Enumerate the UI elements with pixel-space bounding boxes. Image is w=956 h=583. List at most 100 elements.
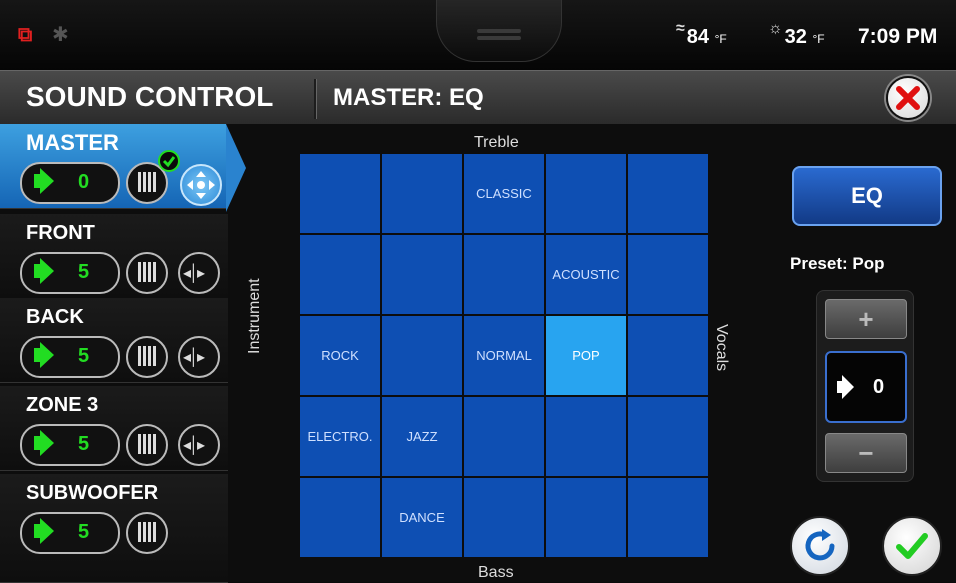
eq-preset-grid: CLASSIC ACOUSTIC ROCK NORMAL POP ELECTRO. JAZZ… (300, 154, 708, 561)
decrease-button[interactable]: − (825, 433, 907, 473)
volume-value: 5 (78, 521, 90, 543)
move-arrows-button[interactable] (180, 164, 222, 206)
eq-button[interactable] (126, 252, 168, 294)
close-icon (896, 86, 920, 110)
volume-button[interactable]: 0 (20, 162, 120, 204)
indoor-temperature: ≈84 °F (676, 20, 727, 49)
page-subtitle: MASTER: EQ (333, 84, 484, 111)
volume-value: 5 (78, 345, 90, 367)
eq-button[interactable] (126, 512, 168, 554)
eq-grid-cell[interactable] (628, 316, 708, 395)
sun-icon: ☼ (768, 20, 783, 37)
balance-button[interactable]: ◂│▸ (178, 424, 220, 466)
clock: 7:09 PM (858, 25, 938, 48)
left-right-arrows-icon: ◂│▸ (183, 265, 205, 282)
eq-button[interactable] (126, 336, 168, 378)
instrument-label: Instrument (246, 278, 263, 354)
treble-label: Treble (474, 134, 519, 151)
equalizer-icon (138, 346, 156, 366)
outdoor-temperature: ☼ 32 °F (768, 20, 825, 49)
zone-name: BACK (26, 306, 84, 328)
left-right-arrows-icon: ◂│▸ (183, 349, 205, 366)
speaker-icon (34, 258, 54, 284)
eq-grid-cell[interactable] (464, 478, 544, 557)
equalizer-icon (138, 262, 156, 282)
eq-grid-cell[interactable] (628, 397, 708, 476)
eq-grid-cell[interactable] (546, 478, 626, 557)
eq-grid-cell[interactable]: POP (546, 316, 626, 395)
checkmark-icon (896, 533, 928, 559)
equalizer-icon (138, 434, 156, 454)
indoor-temp-value: 84 (686, 26, 710, 48)
eq-grid-cell[interactable]: ELECTRO. (300, 397, 380, 476)
zone-back[interactable]: BACK 5 ◂│▸ (0, 298, 228, 383)
volume-button[interactable]: 5 (20, 424, 120, 466)
minus-icon: − (858, 437, 874, 468)
eq-grid-cell[interactable]: DANCE (382, 478, 462, 557)
page-title: SOUND CONTROL (26, 81, 274, 112)
eq-grid-cell[interactable]: ROCK (300, 316, 380, 395)
eq-grid-cell[interactable] (300, 154, 380, 233)
speaker-icon (34, 342, 54, 368)
eq-grid-cell[interactable] (464, 397, 544, 476)
increase-button[interactable]: + (825, 299, 907, 339)
eq-grid-cell[interactable] (628, 154, 708, 233)
eq-grid-cell[interactable]: ACOUSTIC (546, 235, 626, 314)
speaker-icon (837, 375, 854, 399)
zone-master[interactable]: MASTER 0 (0, 124, 246, 212)
eq-grid-cell[interactable] (300, 478, 380, 557)
zone-3[interactable]: ZONE 3 5 ◂│▸ (0, 386, 228, 471)
air-temp-icon: ≈ (676, 20, 685, 37)
eq-grid-cell[interactable]: JAZZ (382, 397, 462, 476)
eq-grid-cell[interactable] (546, 154, 626, 233)
eq-grid-cell[interactable] (300, 235, 380, 314)
equalizer-icon (138, 522, 156, 542)
eq-grid-cell[interactable] (546, 397, 626, 476)
volume-value: 5 (78, 433, 90, 455)
balance-button[interactable]: ◂│▸ (178, 252, 220, 294)
refresh-icon (805, 529, 835, 561)
preset-display: Preset: Pop (790, 254, 884, 274)
reset-button[interactable] (790, 516, 850, 576)
check-badge-icon (158, 150, 180, 172)
bluetooth-icon: ✱ (52, 24, 69, 46)
eq-grid-cell[interactable] (382, 154, 462, 233)
eq-mode-button[interactable]: EQ (792, 166, 942, 226)
eq-grid-cell[interactable]: CLASSIC (464, 154, 544, 233)
outdoor-temp-value: 32 (784, 26, 807, 48)
app-logo-icon: ⧉ (18, 24, 33, 46)
level-stepper: + 0 − (816, 290, 914, 482)
eq-grid-cell[interactable] (464, 235, 544, 314)
eq-grid-cell[interactable] (628, 235, 708, 314)
volume-button[interactable]: 5 (20, 512, 120, 554)
plus-icon: + (858, 303, 874, 334)
eq-grid-cell[interactable]: NORMAL (464, 316, 544, 395)
zone-subwoofer[interactable]: SUBWOOFER 5 (0, 474, 228, 583)
eq-grid-cell[interactable] (628, 478, 708, 557)
close-button[interactable] (886, 76, 930, 120)
zone-name: SUBWOOFER (26, 482, 159, 504)
volume-button[interactable]: 5 (20, 252, 120, 294)
level-value: 0 (873, 376, 885, 398)
main-area: MASTER 0 FRONT 5 ◂│▸ BACK 5 ◂│▸ ZONE 3 5… (0, 124, 956, 583)
outdoor-temp-unit: °F (812, 32, 825, 46)
eq-grid-cell[interactable] (382, 316, 462, 395)
eq-button[interactable] (126, 424, 168, 466)
confirm-button[interactable] (882, 516, 942, 576)
equalizer-icon (138, 172, 156, 192)
volume-value: 0 (78, 171, 90, 193)
level-display: 0 (825, 351, 907, 423)
speaker-icon (34, 168, 54, 194)
preset-label: Preset: (790, 254, 848, 273)
volume-button[interactable]: 5 (20, 336, 120, 378)
zone-front[interactable]: FRONT 5 ◂│▸ (0, 214, 228, 299)
active-zone-arrow (226, 124, 246, 212)
speaker-icon (34, 430, 54, 456)
eq-grid-cell[interactable] (382, 235, 462, 314)
top-handle (436, 0, 562, 62)
indoor-temp-unit: °F (714, 32, 727, 46)
zone-name: ZONE 3 (26, 394, 99, 416)
volume-value: 5 (78, 261, 90, 283)
balance-button[interactable]: ◂│▸ (178, 336, 220, 378)
preset-value: Pop (852, 254, 885, 273)
